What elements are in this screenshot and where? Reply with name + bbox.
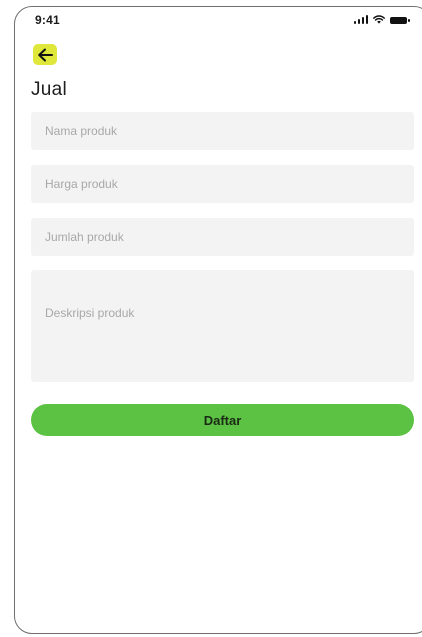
product-quantity-input[interactable] — [45, 230, 414, 244]
submit-button[interactable]: Daftar — [31, 404, 414, 436]
status-icons — [353, 15, 410, 24]
product-price-field[interactable] — [31, 165, 414, 203]
arrow-left-icon — [38, 48, 53, 61]
product-name-input[interactable] — [45, 124, 414, 138]
page-title: Jual — [31, 79, 68, 100]
product-quantity-field[interactable] — [31, 218, 414, 256]
product-name-field[interactable] — [31, 112, 414, 150]
wifi-icon — [373, 15, 385, 24]
cellular-signal-icon — [353, 15, 368, 24]
back-button[interactable] — [33, 44, 57, 65]
battery-icon — [390, 17, 410, 24]
product-price-input[interactable] — [45, 177, 414, 191]
phone-frame: 9:41 Jual Daftar — [14, 6, 422, 634]
status-bar: 9:41 — [15, 7, 422, 35]
product-description-input[interactable] — [45, 306, 414, 366]
status-time: 9:41 — [35, 13, 60, 27]
product-description-field[interactable] — [31, 270, 414, 382]
